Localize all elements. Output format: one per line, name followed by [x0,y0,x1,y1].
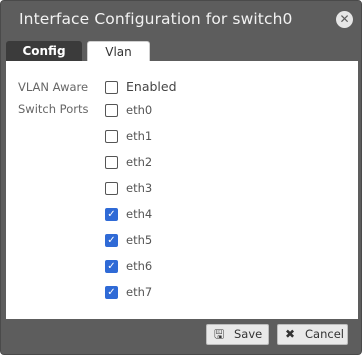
vlan-aware-checkbox[interactable] [105,81,118,94]
port-checkbox-eth0[interactable] [105,104,118,117]
vlan-panel: VLAN Aware Enabled Switch Ports eth0 eth… [6,61,358,319]
save-icon: 🖫 [214,327,225,341]
enabled-label: Enabled [126,79,177,94]
save-button-label: Save [234,327,263,341]
port-label-eth4: eth4 [126,207,153,221]
port-label-eth7: eth7 [126,285,153,299]
tab-config[interactable]: Config [6,41,82,61]
port-checkbox-eth2[interactable] [105,156,118,169]
port-label-eth2: eth2 [126,155,153,169]
port-checkbox-eth3[interactable] [105,182,118,195]
dialog-title: Interface Configuration for switch0 [19,10,293,28]
cancel-button-label: Cancel [305,327,344,341]
cancel-button[interactable]: ✖ Cancel [277,324,348,345]
dialog-titlebar: Interface Configuration for switch0 ✕ [1,1,361,39]
port-checkbox-eth4[interactable]: ✓ [105,208,118,221]
port-label-eth5: eth5 [126,233,153,247]
interface-config-dialog: Interface Configuration for switch0 ✕ Co… [0,0,362,355]
save-button[interactable]: 🖫 Save [206,324,269,345]
port-checkbox-eth7[interactable]: ✓ [105,286,118,299]
port-label-eth1: eth1 [126,129,153,143]
switch-ports-label: Switch Ports [18,102,89,116]
tab-vlan[interactable]: Vlan [87,41,150,61]
dialog-footer: 🖫 Save ✖ Cancel [1,319,361,354]
cancel-icon: ✖ [285,327,296,341]
port-checkbox-eth5[interactable]: ✓ [105,234,118,247]
port-label-eth3: eth3 [126,181,153,195]
port-checkbox-eth1[interactable] [105,130,118,143]
vlan-aware-label: VLAN Aware [18,80,89,94]
port-label-eth6: eth6 [126,259,153,273]
port-label-eth0: eth0 [126,103,153,117]
port-checkbox-eth6[interactable]: ✓ [105,260,118,273]
close-icon[interactable]: ✕ [336,11,353,28]
